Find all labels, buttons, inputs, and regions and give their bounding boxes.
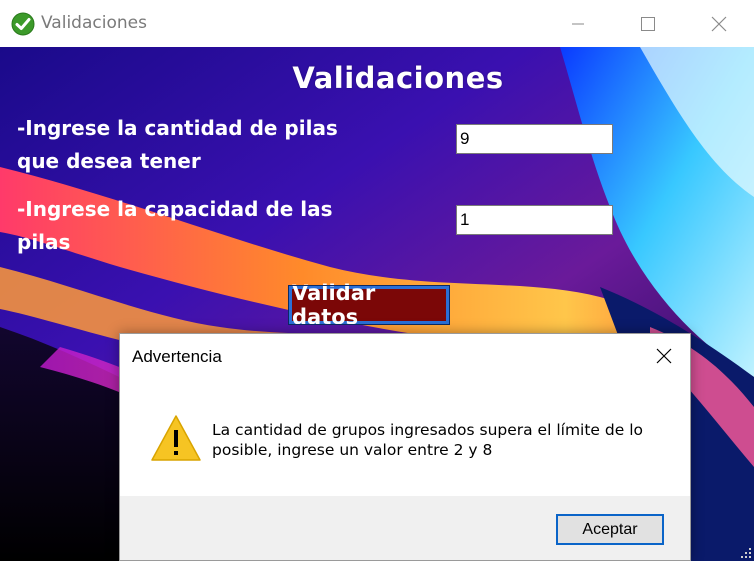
stack-count-input[interactable] xyxy=(456,124,613,154)
form-heading: Validaciones xyxy=(292,61,504,95)
window-title: Validaciones xyxy=(41,13,147,33)
maximize-icon xyxy=(641,16,655,31)
dialog-message: La cantidad de grupos ingresados supera … xyxy=(212,421,643,459)
stack-count-label: -Ingrese la cantidad de pilas que desea … xyxy=(17,116,338,173)
minimize-button[interactable] xyxy=(543,0,613,47)
minimize-icon xyxy=(572,23,584,24)
maximize-button[interactable] xyxy=(613,0,683,47)
ok-button[interactable]: Aceptar xyxy=(556,514,664,545)
stack-capacity-input[interactable] xyxy=(456,205,613,235)
dialog-title: Advertencia xyxy=(132,347,222,366)
validate-button[interactable]: Validar datos xyxy=(288,281,450,329)
warning-dialog: Advertencia La cantidad de grupos ingres… xyxy=(119,333,691,561)
dialog-close-button[interactable] xyxy=(646,341,682,371)
warning-icon xyxy=(151,415,201,461)
close-icon xyxy=(656,348,672,364)
dialog-footer: Aceptar xyxy=(120,496,690,560)
close-icon xyxy=(711,16,727,31)
stack-capacity-label: -Ingrese la capacidad de las pilas xyxy=(17,197,333,254)
window-titlebar: Validaciones xyxy=(0,0,754,48)
check-circle-icon xyxy=(11,12,35,36)
resize-grip-icon[interactable] xyxy=(738,545,752,559)
close-window-button[interactable] xyxy=(684,0,754,47)
